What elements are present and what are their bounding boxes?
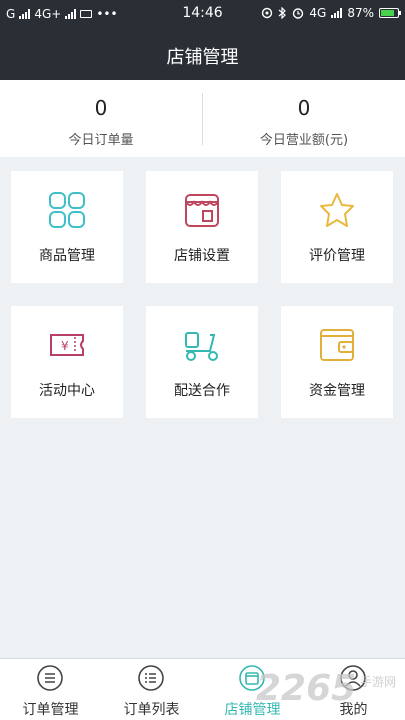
tile-store-settings[interactable]: 店铺设置 [146,171,258,283]
stat-orders: 0 今日订单量 [0,80,202,157]
tile-activity-center[interactable]: ¥ 活动中心 [11,306,123,418]
alarm-icon [293,8,304,19]
tab-label: 订单管理 [22,702,79,718]
stats-panel: 0 今日订单量 0 今日营业额(元) [0,80,405,157]
watermark-logo: 2265 [256,668,357,709]
tile-label: 活动中心 [39,383,95,399]
tile-delivery-cooperation[interactable]: 配送合作 [146,306,258,418]
watermark-suffix: 手游网 [360,675,397,689]
wallet-icon [320,329,354,361]
battery-icon [379,8,401,18]
list-circle-icon [37,665,63,691]
delivery-scooter-icon [185,332,218,361]
signal-icon-3 [331,8,343,18]
svg-text:¥: ¥ [61,339,69,353]
storefront-icon [185,194,219,227]
ticket-icon: ¥ [50,334,84,356]
stat-label: 今日营业额(元) [259,133,349,148]
tile-label: 店铺设置 [174,248,230,264]
top-bar: G 4G+ ••• 14:46 4G 87% 店铺管理 [0,0,405,80]
battery-percent: 87% [347,6,374,20]
tile-label: 配送合作 [174,383,230,399]
product-grid-icon [49,192,85,228]
tile-label: 资金管理 [309,383,365,399]
status-bar: G 4G+ ••• 14:46 4G 87% [0,0,405,28]
stat-value: 0 [94,96,108,120]
page-title: 店铺管理 [166,47,239,68]
tile-review-management[interactable]: 评价管理 [281,171,393,283]
star-icon [320,193,354,227]
nfc-icon [262,7,273,19]
stat-value: 0 [297,96,311,120]
list-circle-icon [138,665,164,691]
tile-fund-management[interactable]: 资金管理 [281,306,393,418]
tile-label: 评价管理 [309,248,365,264]
stat-label: 今日订单量 [68,133,134,148]
network-right-label: 4G [309,6,327,20]
tile-product-management[interactable]: 商品管理 [11,171,123,283]
bluetooth-icon [279,7,287,19]
tab-order-list[interactable]: 订单列表 [101,659,202,720]
tile-label: 商品管理 [39,248,95,264]
stat-revenue: 0 今日营业额(元) [203,80,405,157]
tab-label: 订单列表 [123,702,180,718]
tab-order-management[interactable]: 订单管理 [0,659,101,720]
